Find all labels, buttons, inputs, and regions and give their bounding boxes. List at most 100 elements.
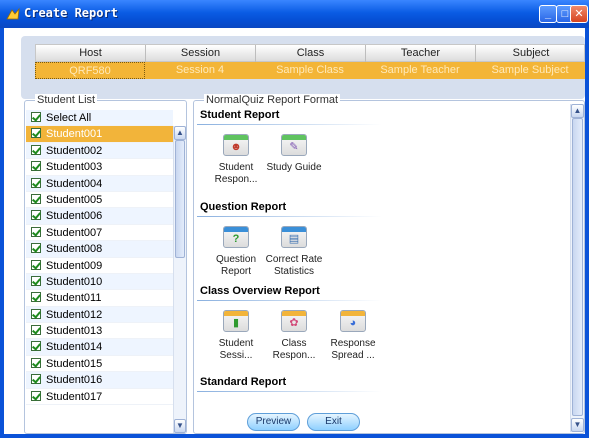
checkbox-checked-icon[interactable]	[31, 308, 41, 319]
student-response-icon[interactable]: ☻	[223, 134, 249, 156]
student-list-item[interactable]: Student002	[26, 142, 173, 160]
icon-glyph: ◕	[349, 317, 357, 329]
section-title: Class Overview Report	[200, 285, 320, 297]
scroll-up-icon[interactable]: ▲	[571, 104, 584, 118]
student-list-item[interactable]: Student001	[26, 126, 173, 143]
student-list-item[interactable]: Student003	[26, 159, 173, 176]
student-list-item[interactable]: Student009	[26, 258, 173, 274]
student-name: Student002	[46, 144, 103, 157]
scroll-down-icon[interactable]: ▼	[174, 419, 186, 433]
column-header-host: Host	[36, 45, 146, 62]
student-list-item[interactable]: Student006	[26, 208, 173, 225]
student-list-item[interactable]: Student013	[26, 323, 173, 340]
student-list-item[interactable]: Student016	[26, 372, 173, 389]
icon-glyph: ?	[232, 233, 240, 245]
student-name: Student011	[46, 292, 102, 305]
select-all-checkbox[interactable]: Select All	[26, 110, 173, 127]
checkbox-checked-icon[interactable]	[31, 161, 41, 172]
checkbox-checked-icon[interactable]	[31, 275, 41, 286]
checkbox-checked-icon[interactable]	[31, 144, 41, 155]
study-guide-icon[interactable]: ✎	[281, 134, 307, 156]
student-list-scrollbar[interactable]: ▲ ▼	[173, 126, 186, 433]
window-client: Host Session Class Teacher Subject QRF58…	[4, 28, 585, 434]
session-value-row[interactable]: QRF580 Session 4 Sample Class Sample Tea…	[35, 62, 585, 79]
column-header-class: Class	[256, 45, 366, 62]
student-list-item[interactable]: Student017	[26, 389, 173, 406]
checkbox-checked-icon[interactable]	[31, 210, 41, 221]
close-icon: ✕	[574, 8, 584, 20]
student-list-item[interactable]: Student012	[26, 306, 173, 324]
report-tile[interactable]: ◕ Response Spread ...	[323, 310, 383, 362]
icon-glyph: ☻	[230, 141, 242, 153]
student-list-item[interactable]: Student008	[26, 241, 173, 258]
student-name: Student004	[46, 177, 103, 190]
checkbox-checked-icon[interactable]	[31, 357, 41, 368]
report-format-scrollbar[interactable]: ▲ ▼	[570, 104, 584, 432]
student-list-item[interactable]: Student015	[26, 356, 173, 373]
session-value[interactable]: Session 4	[145, 62, 255, 79]
checkbox-checked-icon[interactable]	[31, 112, 41, 122]
scroll-up-icon[interactable]: ▲	[174, 126, 186, 140]
correct-rate-icon[interactable]: ▤	[281, 226, 307, 248]
scroll-thumb[interactable]	[572, 118, 583, 416]
scroll-thumb[interactable]	[175, 140, 185, 258]
subject-value[interactable]: Sample Subject	[475, 62, 585, 79]
student-list-item[interactable]: Student011	[26, 290, 173, 307]
title-bar[interactable]: Create Report _ □ ✕	[0, 0, 589, 28]
student-list-item[interactable]: Student007	[26, 225, 173, 242]
column-header-teacher: Teacher	[366, 45, 476, 62]
report-format-list: Student Report ☻ Student Respon... ✎ Study G…	[194, 109, 569, 434]
scroll-down-icon[interactable]: ▼	[571, 418, 584, 432]
section-title: Question Report	[200, 201, 287, 213]
report-tile[interactable]: ▤ Correct Rate Statistics	[264, 226, 324, 278]
checkbox-checked-icon[interactable]	[31, 177, 41, 188]
preview-button[interactable]: Preview	[247, 413, 300, 431]
report-tile-label: Question Report	[215, 254, 257, 277]
student-session-icon[interactable]: ▮	[223, 310, 249, 332]
icon-glyph: ▤	[288, 233, 300, 245]
student-list[interactable]: Select All Student001 Student002 Student00…	[26, 110, 173, 434]
checkbox-checked-icon[interactable]	[31, 259, 41, 270]
report-tile[interactable]: ▮ Student Sessi...	[206, 310, 266, 362]
section-divider	[197, 124, 382, 125]
checkbox-checked-icon[interactable]	[31, 341, 41, 352]
teacher-value[interactable]: Sample Teacher	[365, 62, 475, 79]
close-button[interactable]: ✕	[570, 5, 588, 23]
report-tile[interactable]: ☻ Student Respon...	[206, 134, 266, 186]
minimize-button[interactable]: _	[539, 5, 557, 23]
icon-glyph: ✿	[289, 317, 299, 329]
checkbox-checked-icon[interactable]	[31, 226, 41, 237]
report-tile[interactable]: ✿ Class Respon...	[264, 310, 324, 362]
checkbox-checked-icon[interactable]	[31, 292, 41, 303]
student-list-item[interactable]: Student005	[26, 192, 173, 209]
student-list-item[interactable]: Student004	[26, 175, 173, 192]
checkbox-checked-icon[interactable]	[31, 374, 41, 385]
report-tile-label: Class Respon...	[272, 338, 316, 361]
app-icon	[6, 7, 20, 20]
student-list-item[interactable]: Student010	[26, 273, 173, 291]
minimize-icon: _	[544, 8, 552, 20]
question-report-icon[interactable]: ?	[223, 226, 249, 248]
session-header-row: Host Session Class Teacher Subject	[35, 44, 585, 62]
checkbox-checked-icon[interactable]	[31, 128, 41, 139]
report-format-group: NormalQuiz Report Format Student Report ☻…	[193, 94, 585, 434]
icon-glyph: ✎	[289, 141, 299, 153]
checkbox-checked-icon[interactable]	[31, 193, 41, 204]
create-report-window: Create Report _ □ ✕ Host Session Class T…	[0, 0, 589, 438]
student-name: Student006	[46, 210, 103, 223]
checkbox-checked-icon[interactable]	[31, 243, 41, 254]
host-value[interactable]: QRF580	[35, 62, 145, 79]
student-name: Student010	[46, 275, 103, 288]
class-value[interactable]: Sample Class	[255, 62, 365, 79]
checkbox-checked-icon[interactable]	[31, 325, 41, 336]
column-header-subject: Subject	[512, 47, 550, 59]
exit-button[interactable]: Exit	[307, 413, 360, 431]
student-name: Student007	[46, 226, 103, 239]
report-tile[interactable]: ? Question Report	[206, 226, 266, 278]
student-name: Student003	[46, 161, 103, 174]
class-response-icon[interactable]: ✿	[281, 310, 307, 332]
student-list-item[interactable]: Student014	[26, 339, 173, 356]
checkbox-checked-icon[interactable]	[31, 390, 41, 401]
response-spread-icon[interactable]: ◕	[340, 310, 366, 332]
report-tile[interactable]: ✎ Study Guide	[264, 134, 324, 174]
